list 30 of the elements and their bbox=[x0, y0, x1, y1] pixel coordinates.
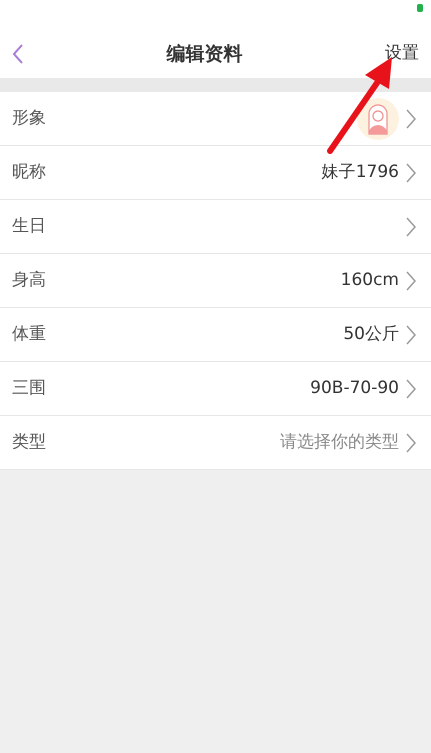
profile-row[interactable]: 形象 bbox=[0, 92, 431, 146]
row-label: 昵称 bbox=[12, 160, 46, 184]
row-hint: 请选择你的类型 bbox=[280, 430, 399, 454]
chevron-icon bbox=[405, 214, 417, 238]
page-title: 编辑资料 bbox=[166, 42, 242, 67]
chevron-icon bbox=[405, 268, 417, 292]
chevron-icon bbox=[405, 322, 417, 346]
row-value: 90B-70-90 bbox=[310, 376, 399, 400]
chevron-icon bbox=[405, 160, 417, 184]
row-value: 160cm bbox=[340, 268, 399, 292]
chevron-icon bbox=[405, 376, 417, 400]
row-label: 形象 bbox=[12, 106, 46, 130]
profile-row[interactable]: 体重 50公斤 bbox=[0, 308, 431, 362]
profile-row[interactable]: 生日 bbox=[0, 200, 431, 254]
row-value: 50公斤 bbox=[343, 322, 399, 346]
row-label: 身高 bbox=[12, 268, 46, 292]
profile-row[interactable]: 类型 请选择你的类型 bbox=[0, 416, 431, 470]
row-label: 三围 bbox=[12, 376, 46, 400]
avatar-icon bbox=[357, 98, 399, 140]
row-label: 类型 bbox=[12, 430, 46, 454]
profile-row[interactable]: 三围 90B-70-90 bbox=[0, 362, 431, 416]
back-icon[interactable] bbox=[12, 42, 24, 66]
row-label: 生日 bbox=[12, 214, 46, 238]
chevron-icon bbox=[405, 430, 417, 454]
row-label: 体重 bbox=[12, 322, 46, 346]
settings-button[interactable]: 设置 bbox=[385, 41, 419, 67]
row-value: 妹子1796 bbox=[322, 160, 399, 184]
profile-row[interactable]: 身高 160cm bbox=[0, 254, 431, 308]
chevron-icon bbox=[405, 106, 417, 130]
profile-row[interactable]: 昵称 妹子1796 bbox=[0, 146, 431, 200]
